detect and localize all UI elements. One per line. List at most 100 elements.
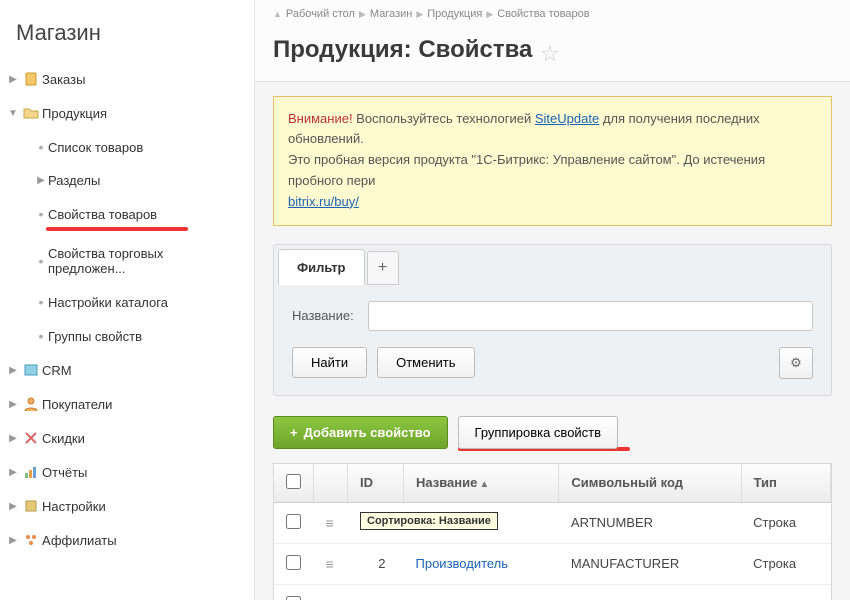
breadcrumb-link[interactable]: Рабочий стол <box>286 8 355 20</box>
sidebar-item-affiliates[interactable]: ▶Аффилиаты <box>0 523 254 557</box>
col-name-label: Название <box>416 475 477 490</box>
bullet-icon: • <box>34 328 48 344</box>
chevron-right-icon: ▶ <box>6 535 20 546</box>
alert-link-siteupdate[interactable]: SiteUpdate <box>535 111 599 126</box>
row-menu-icon[interactable]: ≡ <box>326 556 333 572</box>
add-property-button[interactable]: + Добавить свойство <box>273 416 448 449</box>
sidebar-item-crm[interactable]: ▶ CRM <box>0 353 254 387</box>
alert-text: Воспользуйтесь технологией <box>353 111 535 126</box>
sidebar-item-label: Настройки каталога <box>48 295 168 310</box>
filter-settings-button[interactable]: ⚙ <box>779 347 813 379</box>
cell-id: 2 <box>348 543 404 584</box>
cell-type: Строка <box>741 543 830 584</box>
sidebar-item-products[interactable]: ▼ Продукция <box>0 96 254 130</box>
chevron-right-icon: ▶ <box>6 467 20 478</box>
cell-type: Строка <box>741 584 830 600</box>
orders-icon <box>20 71 42 87</box>
row-menu-icon[interactable]: ≡ <box>326 515 333 531</box>
col-code[interactable]: Символьный код <box>559 464 741 503</box>
alert-banner: Внимание! Воспользуйтесь технологией Sit… <box>273 96 832 226</box>
settings-icon <box>20 498 42 514</box>
col-actions <box>314 464 348 503</box>
filter-input-name[interactable] <box>368 301 813 331</box>
bullet-icon: • <box>34 139 48 155</box>
buyers-icon <box>20 396 42 412</box>
sidebar-item-settings[interactable]: ▶Настройки <box>0 489 254 523</box>
alert-link-buy[interactable]: bitrix.ru/buy/ <box>288 194 359 209</box>
chevron-right-icon: ▶ <box>6 433 20 444</box>
alert-warning: Внимание! <box>288 111 353 126</box>
affiliates-icon <box>20 532 42 548</box>
table-row: ≡ 2 Производитель MANUFACTURERСтрока <box>274 543 831 584</box>
toolbar: + Добавить свойство Группировка свойств <box>273 416 832 451</box>
col-checkbox <box>274 464 314 503</box>
sidebar: Магазин ▶ Заказы ▼ Продукция •Список тов… <box>0 0 255 600</box>
row-checkbox[interactable] <box>286 596 301 600</box>
table-row: ≡1АртикулARTNUMBERСтрока <box>274 502 831 543</box>
alert-text: Это пробная версия продукта "1С-Битрикс:… <box>288 152 765 188</box>
sidebar-item-label: Отчёты <box>42 465 87 480</box>
group-properties-button[interactable]: Группировка свойств <box>458 416 619 449</box>
cell-code: MATERIAL <box>559 584 741 600</box>
sidebar-item-buyers[interactable]: ▶Покупатели <box>0 387 254 421</box>
sidebar-item-catalog-settings[interactable]: •Настройки каталога <box>0 285 254 319</box>
cell-code: MANUFACTURER <box>559 543 741 584</box>
main-content: ▲ Рабочий стол ▶ Магазин ▶ Продукция ▶ С… <box>255 0 850 600</box>
sidebar-item-label: Группы свойств <box>48 329 142 344</box>
chevron-right-icon: ▶ <box>486 9 493 20</box>
sidebar-item-label: Свойства товаров <box>48 207 157 222</box>
crm-icon <box>20 362 42 378</box>
filter-add-tab-button[interactable]: + <box>367 251 399 285</box>
sidebar-item-offer-properties[interactable]: •Свойства торговых предложен... <box>0 237 254 285</box>
breadcrumb-up-icon[interactable]: ▲ <box>273 9 282 19</box>
sidebar-item-property-groups[interactable]: •Группы свойств <box>0 319 254 353</box>
data-grid: ID Название▲ Сортировка: Название Символ… <box>273 463 832 600</box>
folder-icon <box>20 105 42 121</box>
cell-name-link[interactable]: Производитель <box>416 556 509 571</box>
sidebar-item-label: Список товаров <box>48 140 143 155</box>
chevron-right-icon: ▶ <box>6 365 20 376</box>
filter-label-name: Название: <box>292 308 354 323</box>
sidebar-item-product-properties[interactable]: •Свойства товаров <box>0 197 254 231</box>
cell-code: ARTNUMBER <box>559 502 741 543</box>
col-name[interactable]: Название▲ Сортировка: Название <box>404 464 559 503</box>
table-row: ≡3МатериалMATERIALСтрока <box>274 584 831 600</box>
chevron-right-icon: ▶ <box>6 74 20 85</box>
bullet-icon: • <box>34 206 48 222</box>
cell-id: 3 <box>348 584 404 600</box>
sidebar-item-label: Покупатели <box>42 397 112 412</box>
sidebar-item-label: Свойства торговых предложен... <box>48 246 244 276</box>
sidebar-item-label: Разделы <box>48 173 100 188</box>
sidebar-item-reports[interactable]: ▶ Отчёты <box>0 455 254 489</box>
sidebar-item-label: CRM <box>42 363 72 378</box>
button-label: Добавить свойство <box>304 425 431 440</box>
sidebar-item-orders[interactable]: ▶ Заказы <box>0 62 254 96</box>
favorite-star-icon[interactable]: ☆ <box>540 41 560 66</box>
sidebar-item-product-list[interactable]: •Список товаров <box>0 130 254 164</box>
chevron-right-icon: ▶ <box>416 9 423 20</box>
page-header: Продукция: Свойства ☆ <box>255 28 850 82</box>
select-all-checkbox[interactable] <box>286 474 301 489</box>
breadcrumb-link[interactable]: Свойства товаров <box>497 8 589 20</box>
row-checkbox[interactable] <box>286 555 301 570</box>
gear-icon: ⚙ <box>790 355 802 371</box>
cancel-button[interactable]: Отменить <box>377 347 474 378</box>
filter-panel: Фильтр + Название: Найти Отменить ⚙ <box>273 244 832 396</box>
row-menu-icon[interactable]: ≡ <box>326 597 333 600</box>
cell-type: Строка <box>741 502 830 543</box>
breadcrumb-link[interactable]: Продукция <box>427 8 482 20</box>
plus-icon: + <box>290 425 298 440</box>
sidebar-item-label: Продукция <box>42 106 107 121</box>
bullet-icon: • <box>34 253 48 269</box>
col-id[interactable]: ID <box>348 464 404 503</box>
filter-tab[interactable]: Фильтр <box>278 249 365 285</box>
col-type[interactable]: Тип <box>741 464 830 503</box>
discount-icon <box>20 430 42 446</box>
breadcrumb: ▲ Рабочий стол ▶ Магазин ▶ Продукция ▶ С… <box>255 0 850 28</box>
breadcrumb-link[interactable]: Магазин <box>370 8 412 20</box>
sidebar-title: Магазин <box>0 8 254 62</box>
row-checkbox[interactable] <box>286 514 301 529</box>
sidebar-item-discounts[interactable]: ▶Скидки <box>0 421 254 455</box>
sidebar-item-sections[interactable]: ▶Разделы <box>0 164 254 197</box>
find-button[interactable]: Найти <box>292 347 367 378</box>
